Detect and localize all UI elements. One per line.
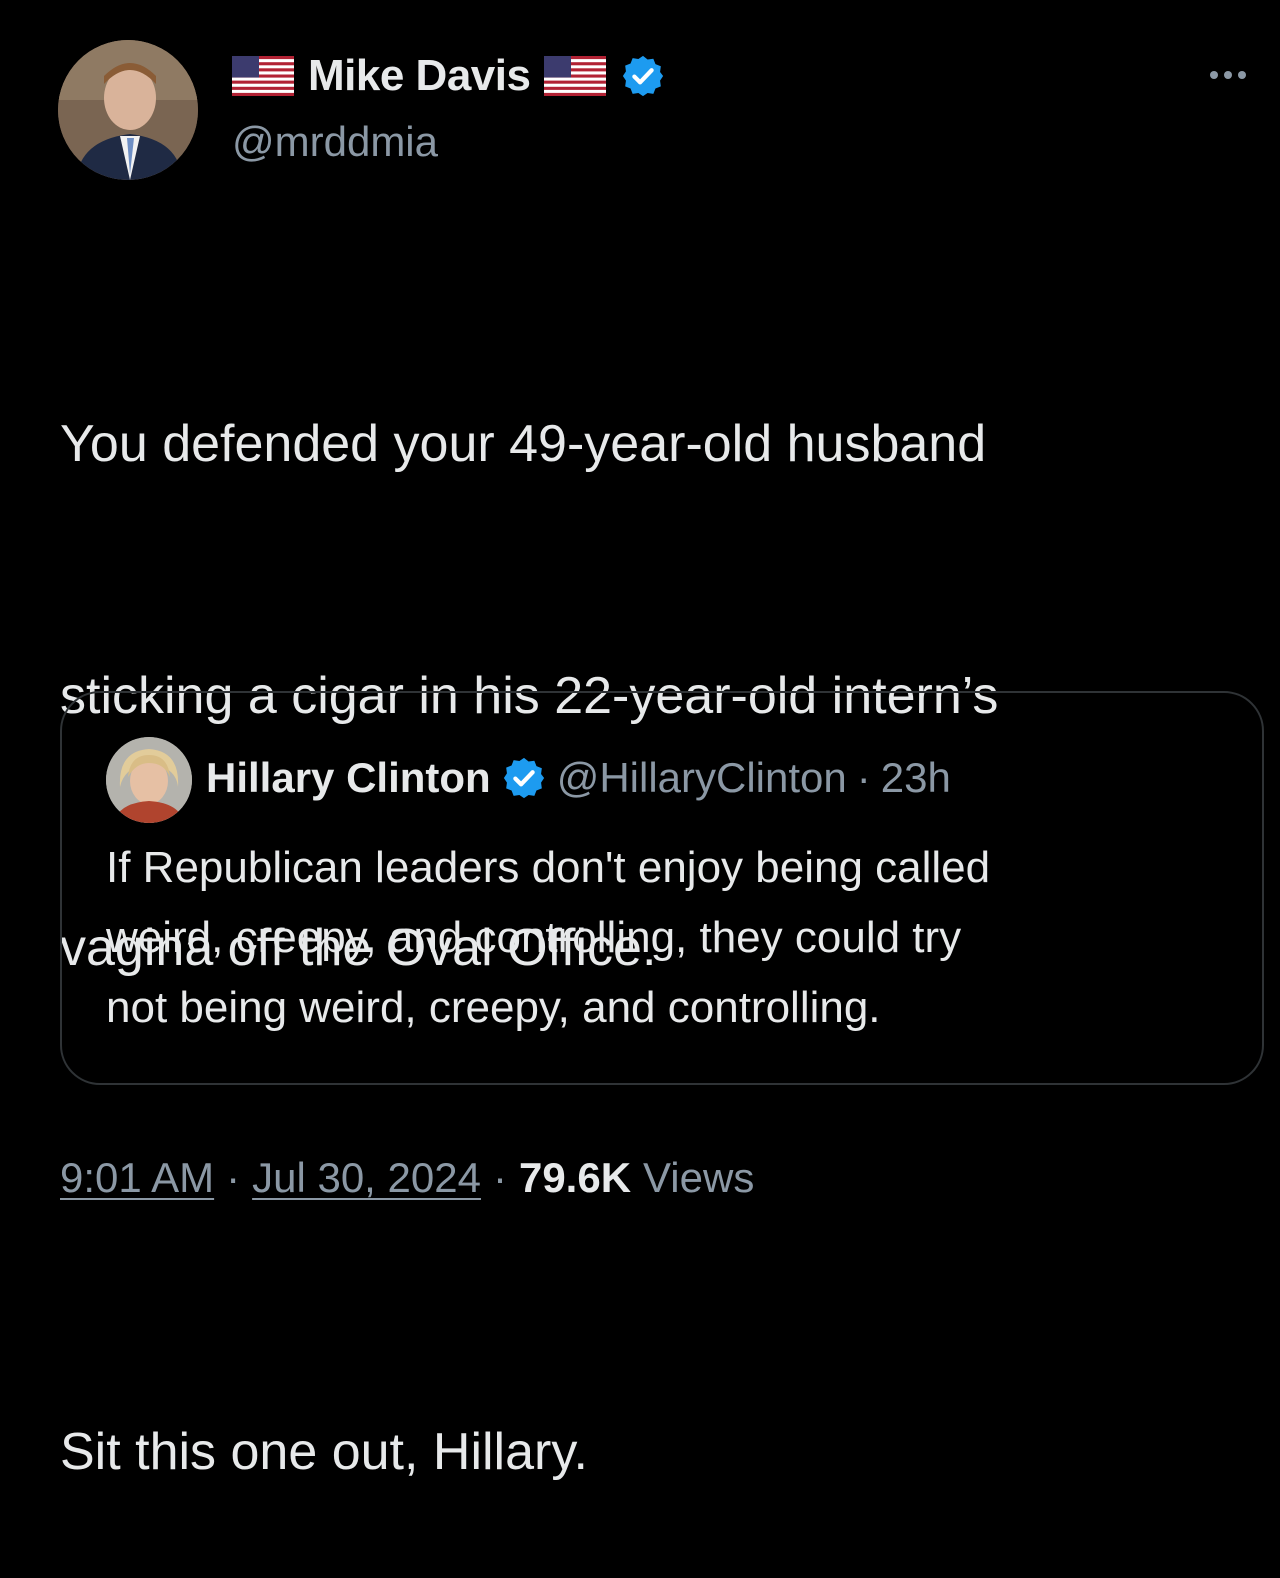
author-name-row: Mike Davis	[232, 48, 666, 104]
quoted-line: weird, creepy, and controlling, they cou…	[106, 913, 962, 962]
quoted-line: not being weird, creepy, and controlling…	[106, 983, 881, 1032]
tweet-time-link[interactable]: 9:01 AM	[60, 1154, 214, 1202]
quoted-header: Hillary Clinton @HillaryClinton · 23h	[206, 745, 951, 811]
us-flag-icon	[544, 56, 607, 96]
author-avatar-image	[58, 40, 198, 180]
views-count: 79.6K	[518, 1154, 632, 1201]
tweet-meta: 9:01 AM · Jul 30, 2024 · 79.6K Views	[60, 1148, 754, 1208]
author-display-name[interactable]: Mike Davis	[308, 51, 531, 101]
quoted-display-name[interactable]: Hillary Clinton	[206, 754, 491, 802]
views-label: Views	[643, 1154, 755, 1201]
more-options-icon[interactable]	[1198, 60, 1258, 90]
quoted-avatar-image	[106, 737, 192, 823]
tweet-line: You defended your 49-year-old husband	[60, 415, 987, 473]
us-flag-icon	[232, 56, 294, 96]
quoted-line: If Republican leaders don't enjoy being …	[106, 843, 991, 892]
verified-badge-icon[interactable]	[620, 53, 666, 99]
more-dot	[1238, 71, 1246, 79]
tweet-date-link[interactable]: Jul 30, 2024	[252, 1154, 481, 1202]
separator-dot: ·	[856, 754, 871, 801]
tweet-line: Sit this one out, Hillary.	[60, 1423, 588, 1481]
verified-badge-icon[interactable]	[501, 755, 547, 801]
quoted-text: If Republican leaders don't enjoy being …	[106, 833, 1226, 1043]
author-avatar[interactable]	[58, 40, 198, 180]
more-dot	[1224, 71, 1232, 79]
author-handle[interactable]: @mrddmia	[232, 118, 438, 166]
quoted-handle[interactable]: @HillaryClinton	[557, 754, 847, 802]
more-dot	[1210, 71, 1218, 79]
quoted-timestamp[interactable]: 23h	[881, 754, 951, 802]
quoted-author-avatar[interactable]	[106, 737, 192, 823]
separator-dot: ·	[492, 1154, 507, 1201]
separator-dot: ·	[226, 1154, 241, 1201]
quoted-tweet[interactable]: Hillary Clinton @HillaryClinton · 23h If…	[60, 691, 1264, 1085]
